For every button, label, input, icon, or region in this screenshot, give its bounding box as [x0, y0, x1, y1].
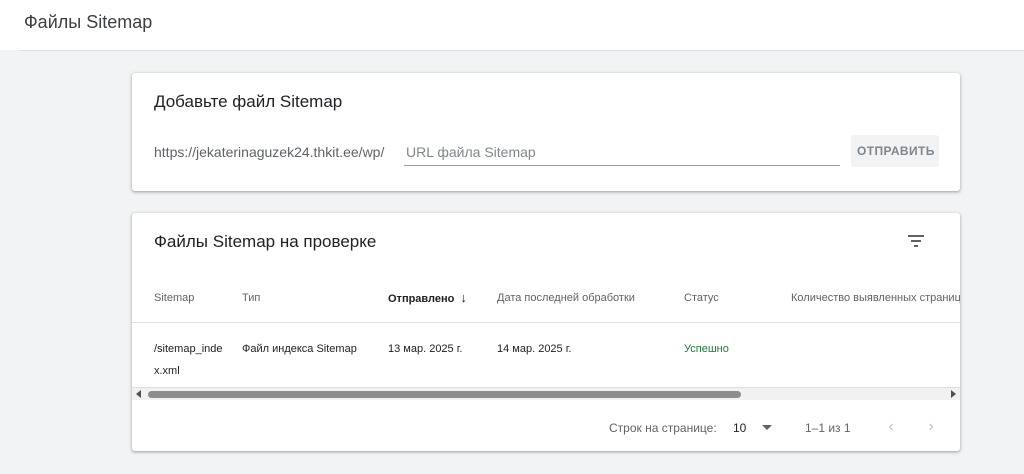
cell-submitted: 13 мар. 2025 г. [388, 343, 463, 355]
column-header-discovered-pages[interactable]: Количество выявленных страниц [791, 273, 960, 323]
header-divider [20, 50, 1024, 51]
submitted-sitemaps-title: Файлы Sitemap на проверке [154, 232, 377, 251]
scroll-left-arrow-icon[interactable] [136, 390, 141, 398]
sitemap-url-input[interactable] [404, 139, 840, 166]
cell-discovered-pages [791, 323, 960, 389]
add-sitemap-card: Добавьте файл Sitemap https://jekaterina… [132, 73, 960, 191]
sitemaps-table-wrapper: Sitemap Тип Отправлено ↓ Дата последней о… [132, 273, 960, 388]
sitemaps-table: Sitemap Тип Отправлено ↓ Дата последней о… [132, 273, 960, 388]
column-header-last-read[interactable]: Дата последней обработки [497, 273, 684, 323]
column-header-status[interactable]: Статус [684, 273, 791, 323]
add-sitemap-title: Добавьте файл Sitemap [154, 92, 343, 111]
page-title: Файлы Sitemap [24, 12, 153, 32]
scroll-right-arrow-icon[interactable] [951, 390, 956, 398]
submit-button[interactable]: ОТПРАВИТЬ [851, 135, 939, 167]
horizontal-scrollbar[interactable] [132, 387, 960, 400]
column-header-submitted[interactable]: Отправлено ↓ [388, 273, 497, 323]
dropdown-caret-icon[interactable] [762, 425, 772, 430]
table-header-row: Sitemap Тип Отправлено ↓ Дата последней о… [132, 273, 960, 323]
chevron-left-icon[interactable]: ‹ [881, 417, 901, 437]
scrollbar-thumb[interactable] [148, 391, 741, 398]
cell-sitemap[interactable]: /sitemap_index.xml [132, 323, 242, 389]
filter-list-icon[interactable] [907, 232, 925, 250]
table-row[interactable]: /sitemap_index.xml Файл индекса Sitemap … [132, 323, 960, 389]
column-header-submitted-label: Отправлено [388, 293, 455, 305]
column-header-sitemap[interactable]: Sitemap [132, 273, 242, 323]
cell-type: Файл индекса Sitemap [242, 343, 357, 355]
submitted-sitemaps-card: Файлы Sitemap на проверке Sitemap Тип От… [132, 213, 960, 451]
pagination: Строк на странице: 10 1–1 из 1 ‹ › [132, 401, 960, 451]
chevron-right-icon[interactable]: › [921, 417, 941, 437]
page-range-label: 1–1 из 1 [805, 421, 851, 435]
cell-last-read: 14 мар. 2025 г. [497, 343, 572, 355]
cell-status: Успешно [684, 343, 729, 355]
rows-per-page-label: Строк на странице: [609, 421, 717, 435]
column-header-type[interactable]: Тип [242, 273, 388, 323]
page-header: Файлы Sitemap [0, 0, 1024, 50]
cell-sitemap-text: /sitemap_index.xml [154, 343, 223, 377]
url-prefix: https://jekaterinaguzek24.thkit.ee/wp/ [154, 144, 385, 160]
rows-per-page-select[interactable]: 10 [733, 421, 746, 435]
sort-descending-icon: ↓ [460, 290, 467, 305]
